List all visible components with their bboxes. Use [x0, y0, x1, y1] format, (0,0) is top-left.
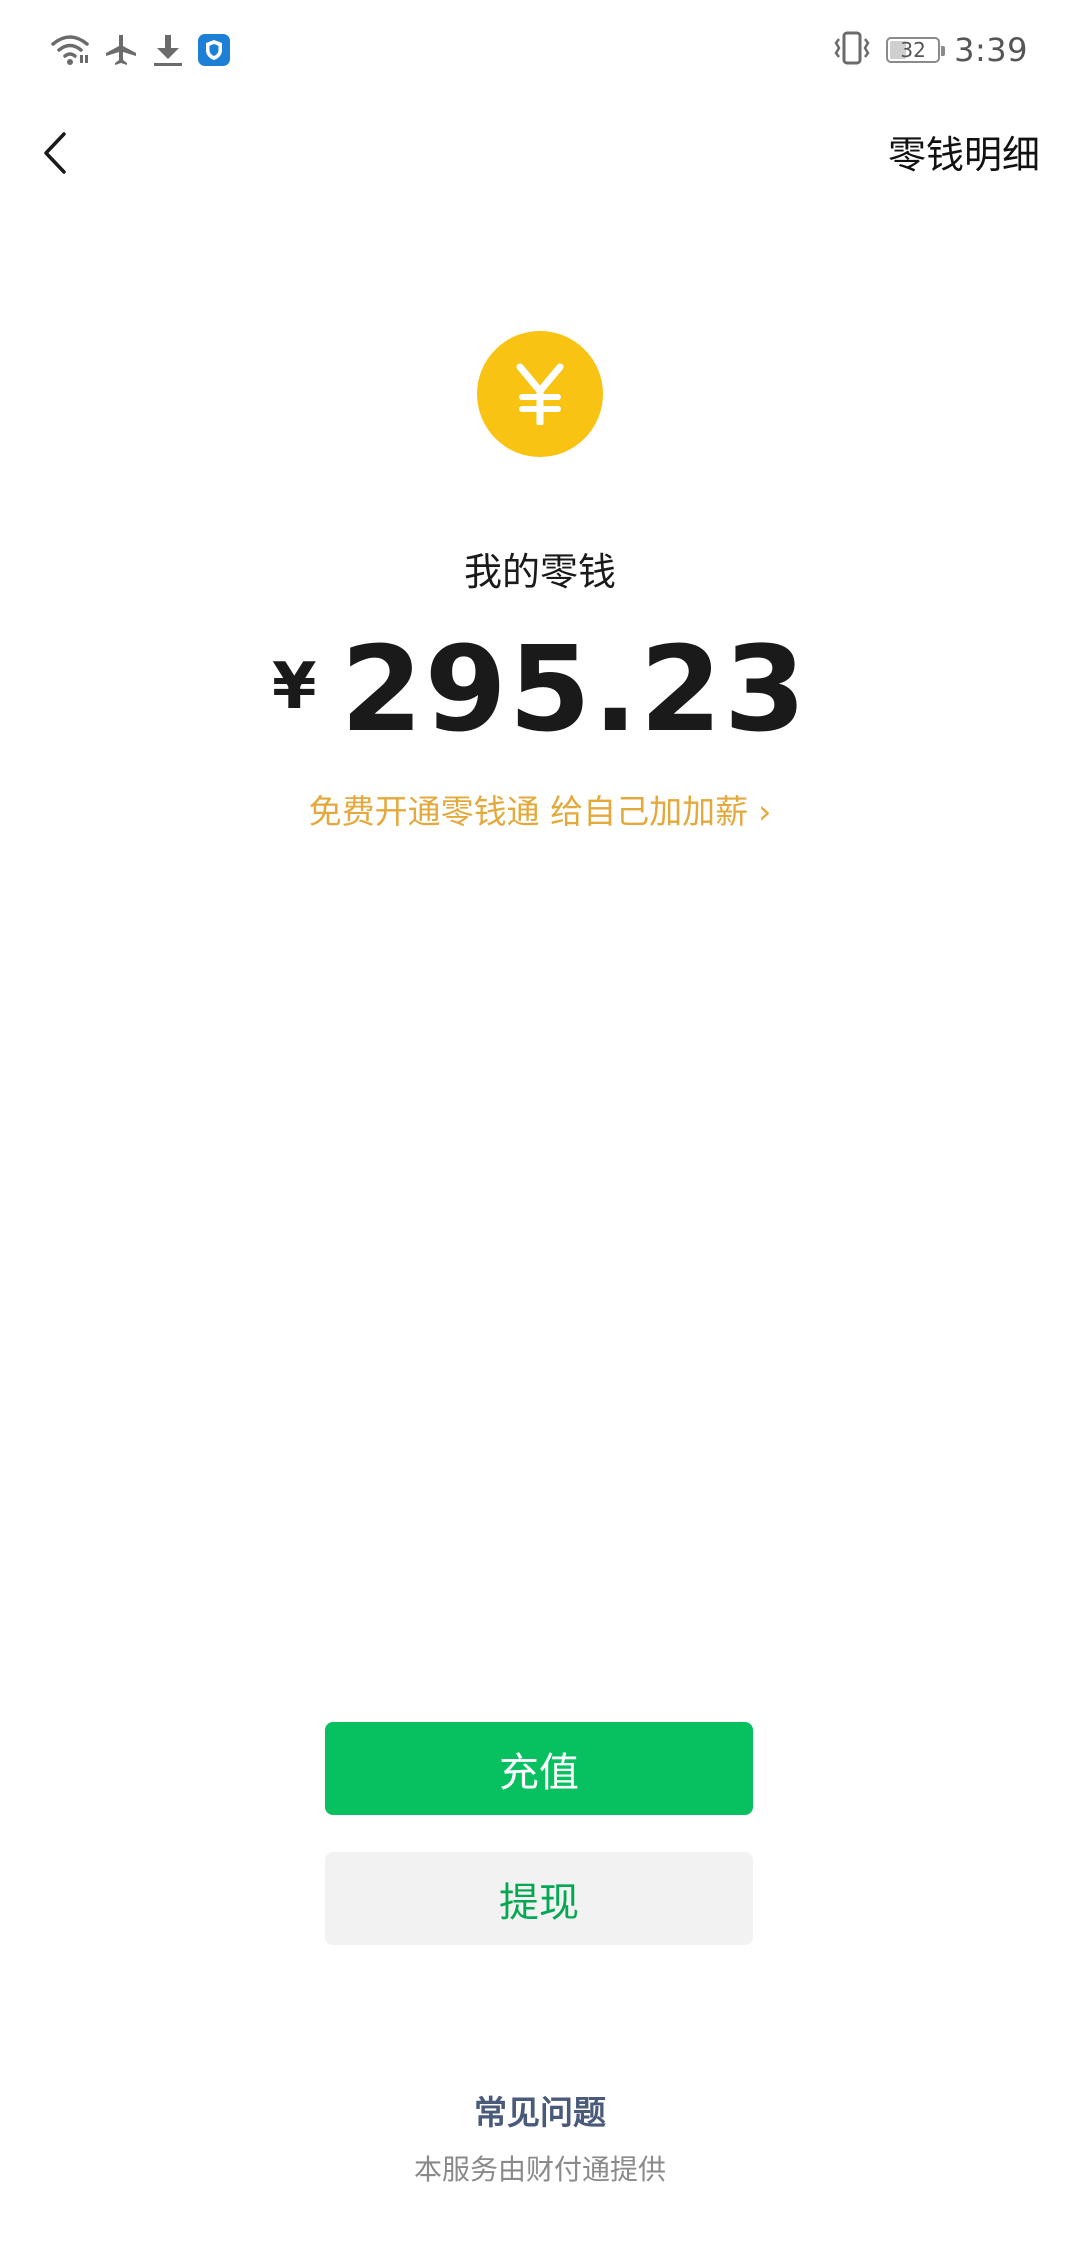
- nav-bar: 零钱明细: [0, 100, 1080, 210]
- withdraw-button[interactable]: 提现: [325, 1852, 753, 1945]
- balance-title: 我的零钱: [463, 550, 616, 594]
- yuan-coin-icon: [477, 331, 603, 457]
- chevron-right-icon: ›: [758, 792, 772, 831]
- status-time: 3:39: [954, 31, 1028, 69]
- vibrate-icon: [832, 30, 872, 70]
- provider-note: 本服务由财付通提供: [413, 2153, 666, 2186]
- status-bar: 32 3:39: [0, 0, 1080, 100]
- status-icons-left: [50, 28, 230, 72]
- faq-link[interactable]: 常见问题: [0, 2088, 1080, 2138]
- balance-amount: ¥ 295.23: [0, 620, 1080, 758]
- battery-icon: 32: [886, 37, 946, 63]
- status-icons-right: 32 3:39: [832, 26, 1028, 74]
- promo-link[interactable]: 免费开通零钱通 给自己加加薪 ›: [0, 788, 1080, 836]
- download-icon: [152, 33, 184, 67]
- battery-level: 32: [900, 38, 926, 62]
- shield-app-icon: [198, 34, 230, 66]
- currency-symbol: ¥: [272, 650, 317, 724]
- back-button[interactable]: [22, 122, 88, 188]
- chevron-left-icon: [40, 130, 70, 180]
- promo-text: 免费开通零钱通 给自己加加薪: [308, 792, 749, 831]
- airplane-icon: [104, 33, 138, 67]
- balance-value: 295.23: [340, 620, 808, 758]
- wifi-icon: [50, 33, 90, 67]
- recharge-button[interactable]: 充值: [325, 1722, 753, 1815]
- change-details-link[interactable]: 零钱明细: [888, 128, 1040, 182]
